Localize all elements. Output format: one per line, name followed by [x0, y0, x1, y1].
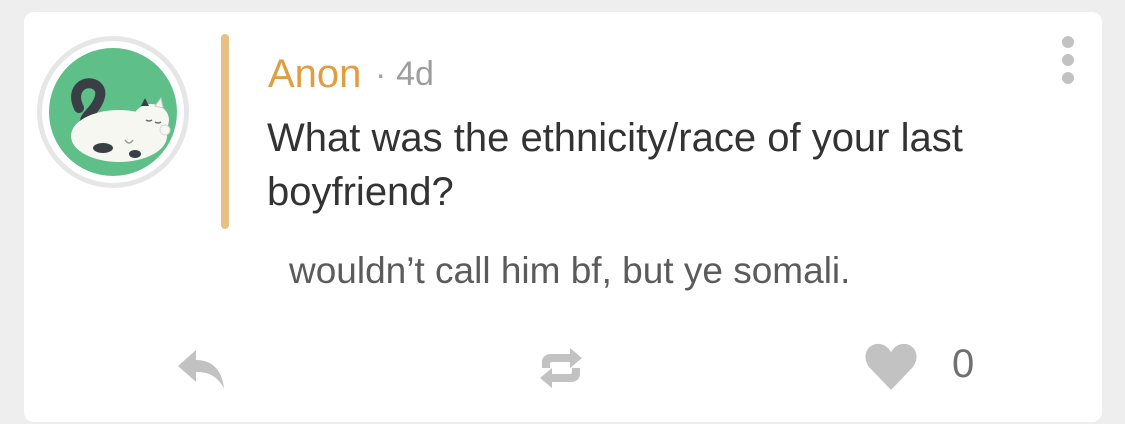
post-header: Anon · 4d — [268, 50, 434, 98]
reply-button[interactable] — [174, 344, 230, 394]
post-age: 4d — [396, 54, 434, 93]
avatar[interactable] — [37, 36, 189, 188]
more-vertical-icon-dot — [1062, 72, 1074, 84]
post-card: Anon · 4d What was the ethnicity/race of… — [24, 12, 1102, 422]
repost-button[interactable] — [532, 342, 590, 394]
author-name[interactable]: Anon — [268, 52, 361, 97]
more-vertical-icon — [1062, 36, 1074, 48]
cat-avatar-image — [49, 48, 177, 176]
more-vertical-icon-dot — [1062, 54, 1074, 66]
more-menu-button[interactable] — [1056, 36, 1080, 86]
cat-icon — [71, 78, 171, 162]
separator-dot: · — [375, 55, 387, 92]
heart-icon — [865, 343, 917, 390]
quote-divider — [221, 34, 229, 229]
repost-icon — [540, 348, 582, 388]
like-count: 0 — [952, 342, 975, 386]
answer-text: wouldn’t call him bf, but ye somali. — [289, 250, 851, 291]
reply-icon — [178, 350, 224, 388]
question-text: What was the ethnicity/race of your last… — [267, 116, 963, 214]
like-button[interactable] — [862, 340, 920, 394]
